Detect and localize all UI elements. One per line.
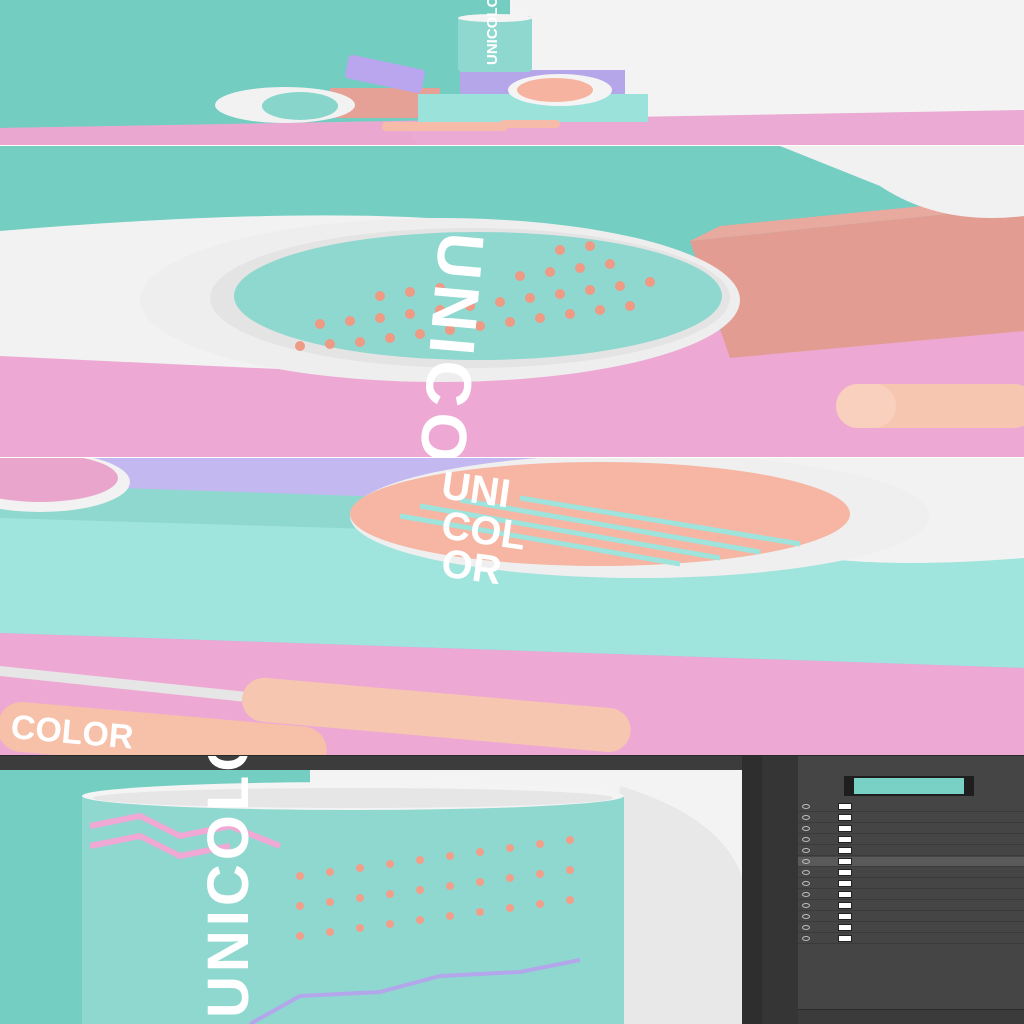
layer-thumbnail [838,869,852,876]
ps-layer-row[interactable] [798,901,1024,911]
ps-layer-row[interactable] [798,835,1024,845]
overview-illustration: UNICOLOR [0,0,1024,146]
scene-lying-can: UNICO [0,146,1024,458]
overview-can-word: UNICOLOR [484,0,501,65]
layer-thumbnail [838,803,852,810]
layer-thumbnail [838,858,852,865]
eye-icon[interactable] [802,859,810,864]
ps-layer-row[interactable] [798,824,1024,834]
ps-tabs [798,764,1024,776]
eye-icon[interactable] [802,870,810,875]
eye-icon[interactable] [802,837,810,842]
upright-can-illustration: UNICOLOR [0,756,742,1024]
photoshop-panel [742,756,1024,1024]
layer-thumbnail [838,913,852,920]
layer-thumbnail [838,825,852,832]
ps-layer-row[interactable] [798,890,1024,900]
eye-icon[interactable] [802,892,810,897]
eye-icon[interactable] [802,826,810,831]
eye-icon[interactable] [802,914,810,919]
layer-thumbnail [838,924,852,931]
ps-toolbar[interactable] [742,756,763,1024]
lying-can-illustration: UNICO [0,146,1024,458]
ps-layer-row[interactable] [798,934,1024,944]
layer-thumbnail [838,891,852,898]
can-vertical-text: UNICOLOR [196,756,261,1018]
ps-tool-strip[interactable] [762,756,799,1024]
ps-layers-panel [798,756,1024,1024]
eye-icon[interactable] [802,815,810,820]
lid-illustration: UNI COL OR COLOR [0,458,1024,756]
lid-text-line-3: OR [439,541,505,593]
scene-upright-can: UNICOLOR [0,756,1024,1024]
ps-layer-row[interactable] [798,912,1024,922]
ps-layer-actions[interactable] [798,1009,1024,1024]
scene-lid: UNI COL OR COLOR [0,458,1024,756]
ps-layer-row[interactable] [798,802,1024,812]
eye-icon[interactable] [802,848,810,853]
ps-layer-row[interactable] [798,846,1024,856]
layer-thumbnail [838,935,852,942]
scene-overview: UNICOLOR [0,0,1024,146]
layer-thumbnail [838,814,852,821]
eye-icon[interactable] [802,925,810,930]
eye-icon[interactable] [802,804,810,809]
layer-thumbnail [838,836,852,843]
layer-thumbnail [838,902,852,909]
eye-icon[interactable] [802,936,810,941]
ps-layer-row[interactable] [798,879,1024,889]
ps-layer-row[interactable] [798,868,1024,878]
eye-icon[interactable] [802,881,810,886]
layer-thumbnail [838,847,852,854]
ps-navigator-thumbnail [844,776,974,796]
layer-thumbnail [838,880,852,887]
ps-layer-row[interactable] [798,923,1024,933]
ps-layer-row[interactable] [798,813,1024,823]
eye-icon[interactable] [802,903,810,908]
ps-layer-row[interactable] [798,857,1024,867]
